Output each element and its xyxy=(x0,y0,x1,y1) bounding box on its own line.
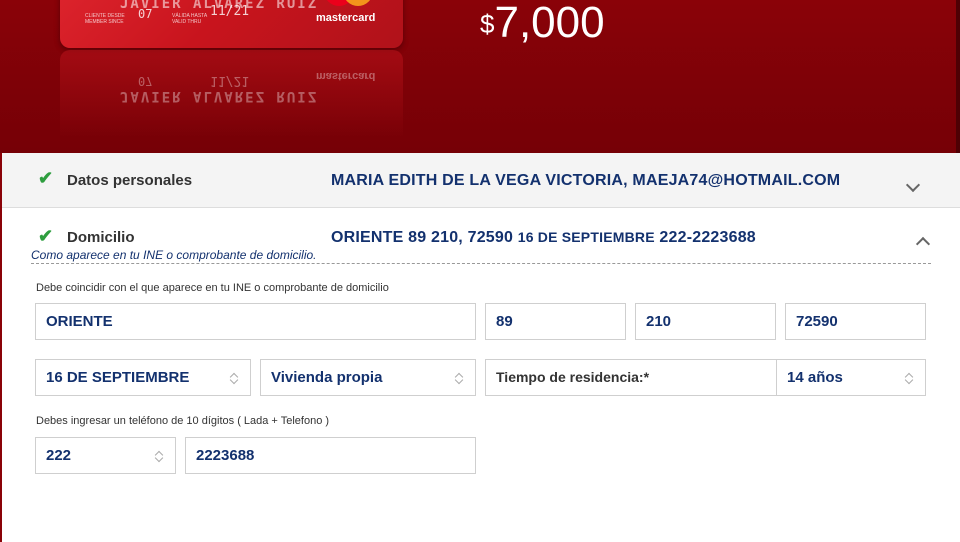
phone-input[interactable]: 2223688 xyxy=(185,437,476,474)
residence-time-select[interactable]: 14 años xyxy=(776,359,926,396)
select-arrows-icon xyxy=(905,371,915,385)
lada-select[interactable]: 222 xyxy=(35,437,176,474)
section-summary: MARIA EDITH DE LA VEGA VICTORIA, MAEJA74… xyxy=(331,172,841,189)
address-hint: Como aparece en tu INE o comprobante de … xyxy=(31,248,317,262)
credit-amount: $7,000 xyxy=(480,0,605,48)
address-note: Debe coincidir con el que aparece en tu … xyxy=(36,282,389,294)
housing-type-value: Vivienda propia xyxy=(271,369,383,386)
chevron-down-icon[interactable] xyxy=(905,177,921,193)
section-summary: ORIENTE 89 210, 72590 16 DE SEPTIEMBRE 2… xyxy=(331,229,756,246)
card-reflection: JAVIER ALVAREZ RUIZ 07 11/21 mastercard xyxy=(60,50,403,138)
colonia-select[interactable]: 16 DE SEPTIEMBRE xyxy=(35,359,251,396)
select-arrows-icon xyxy=(455,371,465,385)
offer-banner: JAVIER ALVAREZ RUIZ CLIENTE DESDE MEMBER… xyxy=(0,0,960,153)
street-input[interactable]: ORIENTE xyxy=(35,303,476,340)
phone-note: Debes ingresar un teléfono de 10 dígitos… xyxy=(36,415,330,427)
housing-type-select[interactable]: Vivienda propia xyxy=(260,359,476,396)
colonia-value: 16 DE SEPTIEMBRE xyxy=(46,369,190,386)
card-member-since-value: 07 xyxy=(138,7,153,21)
card-valid-thru-label: VÁLIDA HASTA VALID THRU xyxy=(172,13,207,25)
check-icon: ✔ xyxy=(38,168,54,188)
residence-time-label: Tiempo de residencia:* xyxy=(485,359,777,396)
card-member-since-label: CLIENTE DESDE MEMBER SINCE xyxy=(85,13,125,25)
postal-code-input[interactable]: 72590 xyxy=(785,303,926,340)
mastercard-logo: mastercard xyxy=(316,0,386,24)
lada-value: 222 xyxy=(46,447,72,464)
currency-symbol: $ xyxy=(480,9,495,39)
mastercard-wordmark: mastercard xyxy=(316,12,376,24)
chevron-up-icon[interactable] xyxy=(915,236,931,252)
int-number-input[interactable]: 210 xyxy=(635,303,776,340)
residence-time-value: 14 años xyxy=(787,369,843,386)
select-arrows-icon xyxy=(155,449,165,463)
section-datos-personales[interactable]: ✔ Datos personales MARIA EDITH DE LA VEG… xyxy=(2,153,960,208)
section-title: Datos personales xyxy=(67,172,193,189)
credit-card-image: JAVIER ALVAREZ RUIZ CLIENTE DESDE MEMBER… xyxy=(60,0,403,48)
ext-number-input[interactable]: 89 xyxy=(485,303,626,340)
select-arrows-icon xyxy=(230,371,240,385)
amount-value: 7,000 xyxy=(494,0,605,47)
divider xyxy=(31,263,931,264)
section-title: Domicilio xyxy=(67,229,135,246)
check-icon: ✔ xyxy=(38,226,54,246)
card-valid-thru-value: 11/21 xyxy=(210,4,250,19)
